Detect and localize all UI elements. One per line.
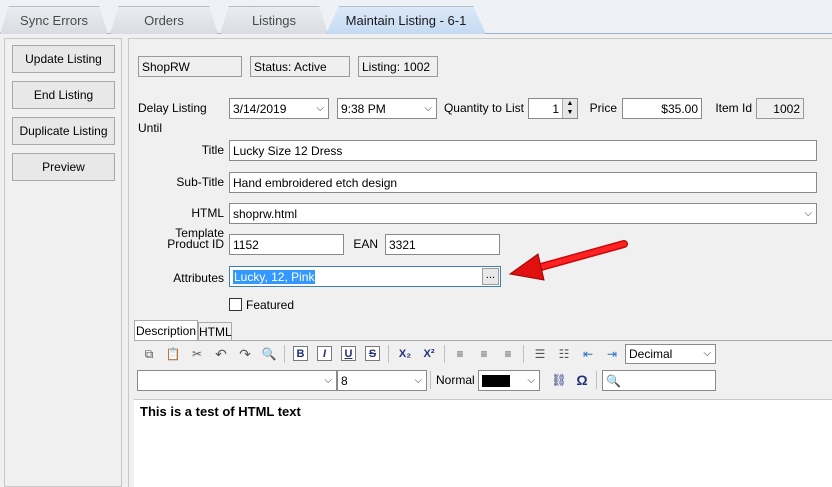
duplicate-listing-button[interactable]: Duplicate Listing — [12, 117, 115, 145]
product-id-label: Product ID — [167, 237, 224, 251]
underline-icon[interactable]: U — [341, 346, 356, 361]
search-icon: 🔍 — [606, 374, 621, 388]
template-value: shoprw.html — [233, 207, 298, 221]
subtitle-label: Sub-Title — [176, 175, 224, 189]
bullet-list-icon[interactable]: ☰ — [531, 345, 549, 363]
title-input[interactable]: Lucky Size 12 Dress — [229, 140, 817, 161]
tab-maintain-listing[interactable]: Maintain Listing - 6-1 — [326, 6, 486, 34]
copy-icon[interactable]: ⧉ — [140, 345, 158, 363]
template-label: HTML Template — [175, 206, 224, 240]
featured-label: Featured — [246, 298, 295, 312]
preview-button[interactable]: Preview — [12, 153, 115, 181]
toolbar-separator — [430, 371, 431, 389]
subscript-icon[interactable]: X₂ — [396, 345, 414, 363]
delay-date-picker[interactable]: 3/14/2019 ⌵ — [229, 98, 329, 119]
paragraph-style-label[interactable]: Normal — [436, 370, 476, 390]
subtitle-input[interactable]: Hand embroidered etch design — [229, 172, 817, 193]
attributes-input[interactable]: Lucky, 12, Pink — [229, 266, 501, 287]
featured-checkbox[interactable] — [229, 298, 242, 311]
delay-date-value: 3/14/2019 — [233, 102, 287, 116]
html-editor-area[interactable]: This is a test of HTML text — [134, 399, 832, 487]
color-swatch — [482, 374, 510, 387]
listing-field: Listing: 1002 — [358, 56, 438, 77]
title-label: Title — [201, 143, 224, 157]
indent-icon[interactable]: ⇥ — [603, 345, 621, 363]
toolbar-separator — [388, 345, 389, 363]
tab-html[interactable]: HTML — [198, 322, 232, 341]
red-arrow-annotation — [508, 240, 628, 281]
stepper-arrows-icon[interactable]: ▲ ▼ — [562, 99, 577, 118]
tab-orders[interactable]: Orders — [110, 6, 218, 34]
chevron-down-icon[interactable]: ⌵ — [703, 345, 711, 363]
omega-icon[interactable]: Ω — [573, 371, 591, 389]
font-size-value: 8 — [341, 374, 348, 388]
price-input[interactable]: $35.00 — [622, 98, 702, 119]
product-id-input[interactable]: 1152 — [229, 234, 344, 255]
color-picker[interactable]: ⌵ — [478, 370, 540, 391]
price-label: Price — [589, 101, 617, 115]
chevron-down-icon[interactable]: ⌵ — [527, 371, 535, 390]
paste-icon[interactable]: 📋 — [164, 345, 182, 363]
attributes-label: Attributes — [173, 271, 224, 285]
find-icon[interactable]: 🔍 — [260, 345, 278, 363]
status-field: Status: Active — [250, 56, 350, 77]
arrow-head — [508, 253, 545, 281]
update-listing-button[interactable]: Update Listing — [12, 45, 115, 73]
store-field: ShopRW — [138, 56, 242, 77]
align-right-icon[interactable]: ≡ — [499, 345, 517, 363]
align-left-icon[interactable]: ≡ — [451, 345, 469, 363]
superscript-icon[interactable]: X² — [420, 345, 438, 363]
ean-input[interactable]: 3321 — [385, 234, 500, 255]
delay-time-value: 9:38 PM — [341, 102, 386, 116]
editor-content: This is a test of HTML text — [140, 404, 301, 419]
chevron-down-icon[interactable]: ⌵ — [424, 99, 432, 118]
ellipsis-button[interactable]: ... — [482, 268, 499, 285]
font-size-select[interactable]: 8 ⌵ — [337, 370, 427, 391]
list-style-value: Decimal — [629, 347, 673, 361]
quantity-label: Quantity to List — [443, 101, 524, 115]
end-listing-button[interactable]: End Listing — [12, 81, 115, 109]
item-id-field: 1002 — [756, 98, 804, 119]
tab-listings[interactable]: Listings — [220, 6, 328, 34]
chevron-down-icon[interactable]: ⌵ — [804, 204, 812, 223]
toolbar-separator — [444, 345, 445, 363]
toolbar-separator — [596, 371, 597, 389]
link-icon[interactable]: ⛓ — [550, 371, 568, 389]
outdent-icon[interactable]: ⇤ — [579, 345, 597, 363]
list-style-select[interactable]: Decimal ⌵ — [625, 344, 716, 364]
attributes-selected-text: Lucky, 12, Pink — [233, 270, 316, 284]
strikethrough-icon[interactable]: S — [365, 346, 380, 361]
item-id-label: Item Id — [715, 101, 752, 115]
ean-label: EAN — [353, 237, 378, 251]
redo-icon[interactable]: ↷ — [236, 345, 254, 363]
chevron-down-icon[interactable]: ⌵ — [316, 99, 324, 118]
toolbar-separator — [523, 345, 524, 363]
numbered-list-icon[interactable]: ☷ — [555, 345, 573, 363]
undo-icon[interactable]: ↶ — [212, 345, 230, 363]
find-input[interactable]: 🔍 — [602, 370, 716, 391]
tab-sync-errors[interactable]: Sync Errors — [0, 6, 108, 34]
italic-icon[interactable]: I — [317, 346, 332, 361]
bold-icon[interactable]: B — [293, 346, 308, 361]
editor-tab-divider — [134, 340, 832, 341]
chevron-down-icon[interactable]: ⌵ — [324, 371, 332, 390]
cut-icon[interactable]: ✂ — [188, 345, 206, 363]
align-center-icon[interactable]: ≡ — [475, 345, 493, 363]
chevron-down-icon[interactable]: ⌵ — [414, 371, 422, 390]
tab-description[interactable]: Description — [134, 320, 198, 341]
template-select[interactable]: shoprw.html ⌵ — [229, 203, 817, 224]
toolbar-separator — [284, 345, 285, 363]
font-name-select[interactable]: ⌵ — [137, 370, 337, 391]
arrow-shaft-highlight — [527, 241, 627, 273]
delay-label: Delay Listing Until — [138, 101, 207, 135]
delay-time-picker[interactable]: 9:38 PM ⌵ — [337, 98, 437, 119]
